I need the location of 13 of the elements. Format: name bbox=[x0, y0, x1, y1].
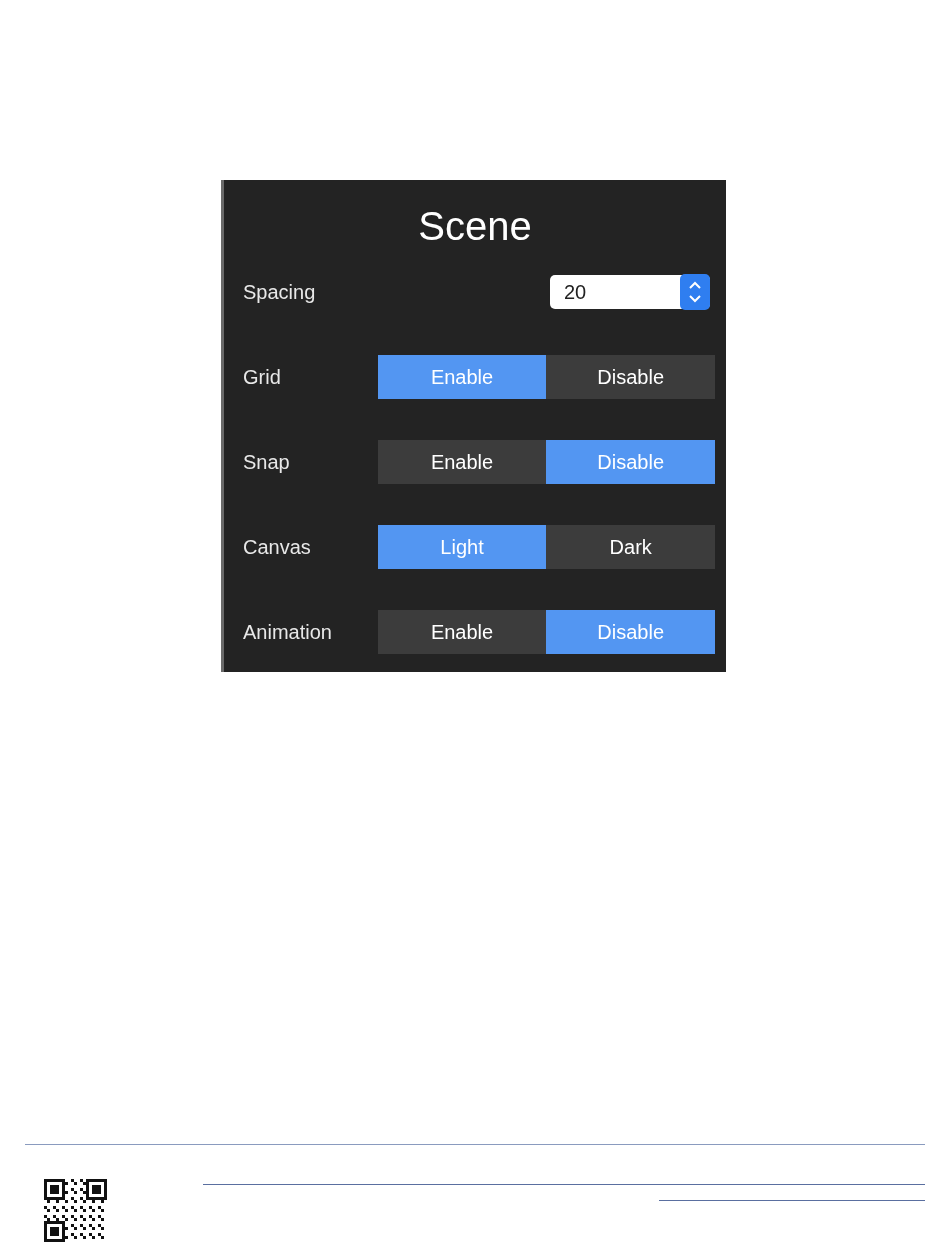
qr-code-icon bbox=[44, 1179, 107, 1242]
panel-title: Scene bbox=[417, 203, 533, 249]
segment-button[interactable]: Enable bbox=[377, 440, 547, 484]
segment-button[interactable]: Dark bbox=[546, 525, 715, 569]
spacing-label: Spacing bbox=[243, 280, 317, 304]
segment-button[interactable]: Enable bbox=[377, 610, 547, 654]
spacing-field[interactable]: 20 bbox=[550, 275, 710, 309]
segment-button[interactable]: Disable bbox=[546, 355, 715, 399]
stepper-icon[interactable] bbox=[680, 274, 710, 310]
option-label: Canvas bbox=[243, 535, 312, 559]
option-label: Animation bbox=[243, 620, 333, 644]
option-label: Snap bbox=[243, 450, 291, 474]
option-label: Grid bbox=[243, 365, 282, 389]
